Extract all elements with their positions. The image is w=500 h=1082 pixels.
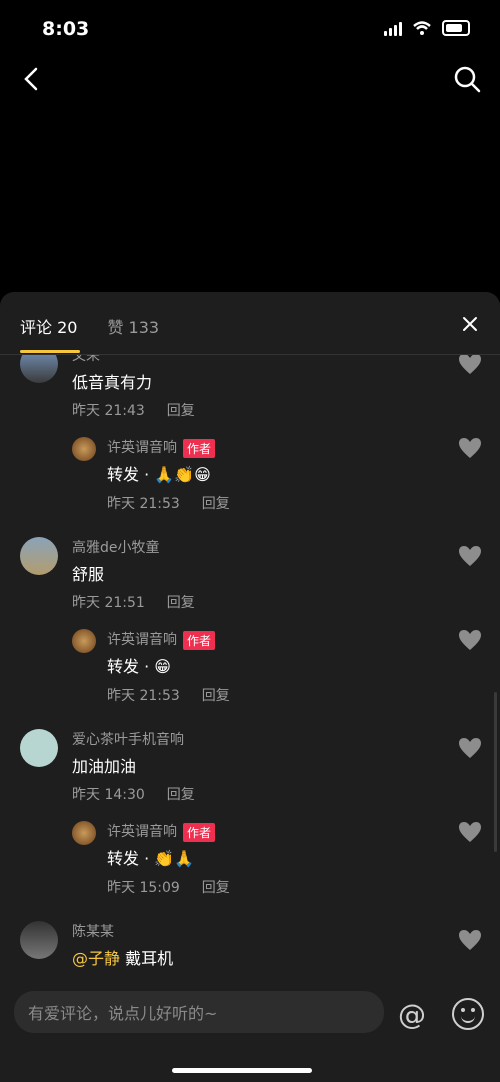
tab-bar: 评论 20 赞 133 bbox=[20, 314, 159, 338]
reply-author[interactable]: 许英谓音响 bbox=[107, 440, 177, 456]
comment-time: 昨天 14:30 bbox=[72, 787, 145, 803]
avatar[interactable] bbox=[72, 437, 96, 461]
close-icon[interactable] bbox=[460, 314, 480, 334]
avatar[interactable] bbox=[20, 921, 58, 959]
top-nav bbox=[0, 60, 500, 100]
comment-author[interactable]: 高雅de小牧童 bbox=[72, 537, 160, 557]
comment-body: 戴耳机 bbox=[125, 949, 174, 968]
comment-text: 低音真有力 bbox=[72, 373, 153, 392]
author-badge: 作者 bbox=[183, 438, 216, 458]
back-icon[interactable] bbox=[18, 64, 48, 94]
comment-meta: 昨天 14:30 回复 bbox=[72, 784, 195, 804]
signal-icon bbox=[384, 20, 402, 36]
comment-meta: 昨天 21:43 回复 bbox=[72, 400, 195, 420]
reply-author[interactable]: 许英谓音响 bbox=[107, 824, 177, 840]
status-time: 8:03 bbox=[42, 18, 90, 40]
tab-comments[interactable]: 评论 20 bbox=[20, 314, 77, 338]
wifi-icon bbox=[413, 21, 431, 35]
comment-text: 加油加油 bbox=[72, 757, 137, 776]
reply-button[interactable]: 回复 bbox=[167, 592, 195, 612]
battery-icon bbox=[442, 20, 470, 36]
comment-time: 昨天 21:51 bbox=[72, 595, 145, 611]
reply-meta: 昨天 15:09 回复 bbox=[107, 877, 230, 897]
comment-list: 文来 低音真有力 昨天 21:43 回复 许英谓音响 作者 转发 · 🙏👏😁 昨天… bbox=[0, 355, 500, 980]
heart-icon[interactable] bbox=[458, 929, 482, 951]
heart-icon[interactable] bbox=[458, 821, 482, 843]
reply-text: 转发 · 😁 bbox=[107, 657, 171, 676]
reply-time: 昨天 21:53 bbox=[107, 496, 180, 512]
search-icon[interactable] bbox=[452, 64, 482, 94]
reply-author-row: 许英谓音响 作者 bbox=[107, 821, 216, 842]
comment-text: @子静 戴耳机 bbox=[72, 945, 173, 969]
emoji-icon[interactable] bbox=[452, 998, 484, 1030]
reply-author-row: 许英谓音响 作者 bbox=[107, 629, 216, 650]
reply-meta: 昨天 21:53 回复 bbox=[107, 493, 230, 513]
author-badge: 作者 bbox=[183, 822, 216, 842]
comment-author[interactable]: 文来 bbox=[72, 355, 100, 365]
scrollbar[interactable] bbox=[494, 692, 497, 852]
status-icons bbox=[384, 20, 470, 36]
reply-author[interactable]: 许英谓音响 bbox=[107, 632, 177, 648]
comment-time: 昨天 21:43 bbox=[72, 403, 145, 419]
heart-icon[interactable] bbox=[458, 629, 482, 651]
comment-author[interactable]: 陈某某 bbox=[72, 921, 114, 941]
heart-icon[interactable] bbox=[458, 737, 482, 759]
heart-icon[interactable] bbox=[458, 355, 482, 375]
reply-button[interactable]: 回复 bbox=[202, 685, 230, 705]
reply-text: 转发 · 👏🙏 bbox=[107, 849, 195, 868]
mention[interactable]: @子静 bbox=[72, 949, 120, 968]
reply-button[interactable]: 回复 bbox=[202, 877, 230, 897]
comment-text: 舒服 bbox=[72, 565, 105, 584]
heart-icon[interactable] bbox=[458, 437, 482, 459]
at-icon[interactable]: @ bbox=[398, 998, 426, 1031]
reply-meta: 昨天 21:53 回复 bbox=[107, 685, 230, 705]
avatar[interactable] bbox=[20, 729, 58, 767]
reply-button[interactable]: 回复 bbox=[167, 400, 195, 420]
avatar[interactable] bbox=[20, 537, 58, 575]
reply-button[interactable]: 回复 bbox=[202, 493, 230, 513]
reply-time: 昨天 15:09 bbox=[107, 880, 180, 896]
reply-author-row: 许英谓音响 作者 bbox=[107, 437, 216, 458]
tab-underline bbox=[20, 350, 80, 353]
comment-meta: 昨天 21:51 回复 bbox=[72, 592, 195, 612]
comment-input[interactable]: 有爱评论，说点儿好听的~ bbox=[14, 991, 384, 1033]
reply-button[interactable]: 回复 bbox=[167, 784, 195, 804]
avatar[interactable] bbox=[72, 629, 96, 653]
author-badge: 作者 bbox=[183, 630, 216, 650]
status-bar: 8:03 bbox=[0, 0, 500, 60]
tab-likes[interactable]: 赞 133 bbox=[107, 314, 159, 338]
comment-author[interactable]: 爱心茶叶手机音响 bbox=[72, 729, 184, 749]
avatar[interactable] bbox=[20, 355, 58, 383]
reply-text: 转发 · 🙏👏😁 bbox=[107, 465, 211, 484]
avatar[interactable] bbox=[72, 821, 96, 845]
reply-time: 昨天 21:53 bbox=[107, 688, 180, 704]
comment-sheet: 评论 20 赞 133 文来 低音真有力 昨天 21:43 回复 许英谓音响 作者… bbox=[0, 292, 500, 1082]
heart-icon[interactable] bbox=[458, 545, 482, 567]
home-indicator bbox=[172, 1068, 312, 1073]
